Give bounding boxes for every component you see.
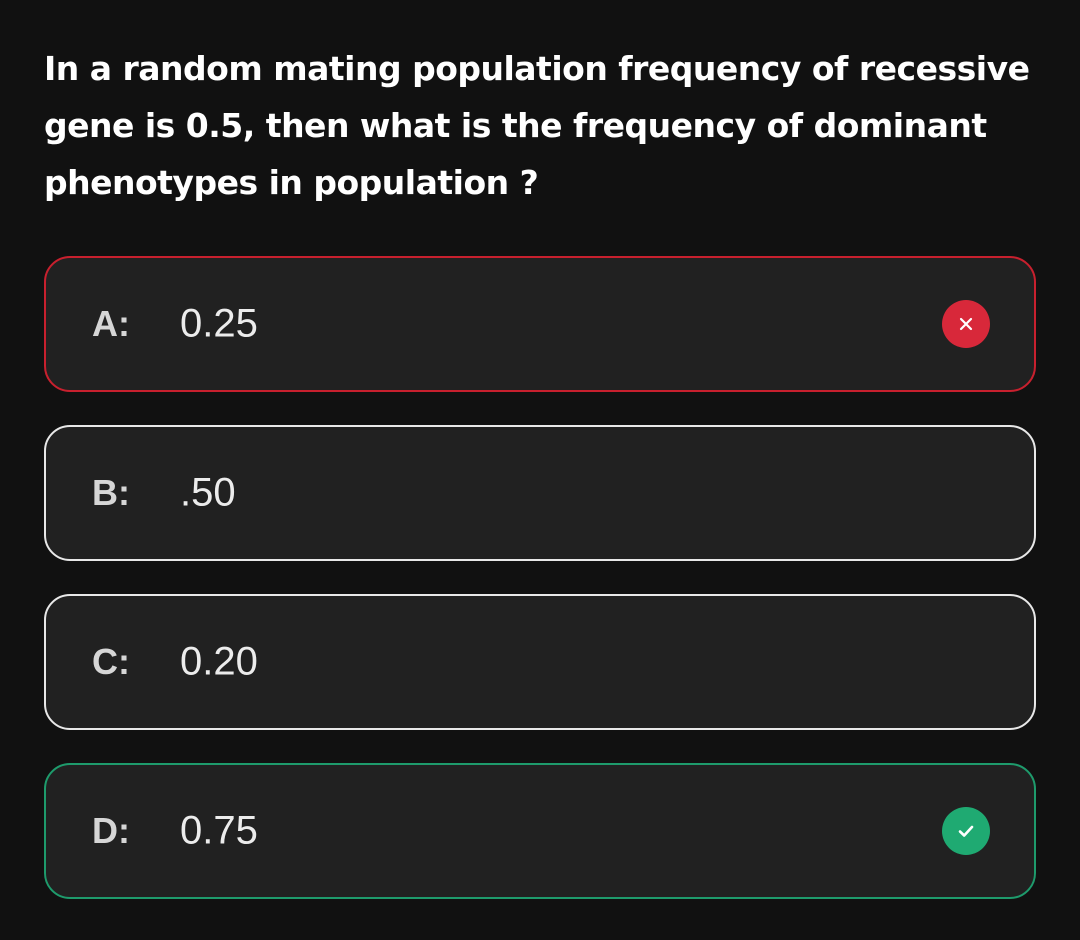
option-letter: A:	[92, 303, 130, 344]
option-value: 0.20	[180, 639, 258, 684]
option-c[interactable]: C: 0.20	[44, 594, 1036, 730]
question-text: In a random mating population frequency …	[44, 40, 1044, 211]
option-a[interactable]: A: 0.25	[44, 256, 1036, 392]
option-b[interactable]: B: .50	[44, 425, 1036, 561]
option-letter: D:	[92, 810, 130, 851]
question-line-1: In a random mating population frequency …	[44, 49, 1030, 88]
close-icon	[942, 300, 990, 348]
answer-options: A: 0.25 B: .50 C: 0.20 D: 0.75	[44, 256, 1036, 932]
option-d[interactable]: D: 0.75	[44, 763, 1036, 899]
option-letter: C:	[92, 641, 130, 682]
option-letter: B:	[92, 472, 130, 513]
check-icon	[942, 807, 990, 855]
question-line-3: phenotypes in population ?	[44, 163, 539, 202]
question-line-2: gene is 0.5, then what is the frequency …	[44, 106, 987, 145]
option-value: .50	[180, 470, 236, 515]
option-value: 0.25	[180, 301, 258, 346]
option-value: 0.75	[180, 808, 258, 853]
